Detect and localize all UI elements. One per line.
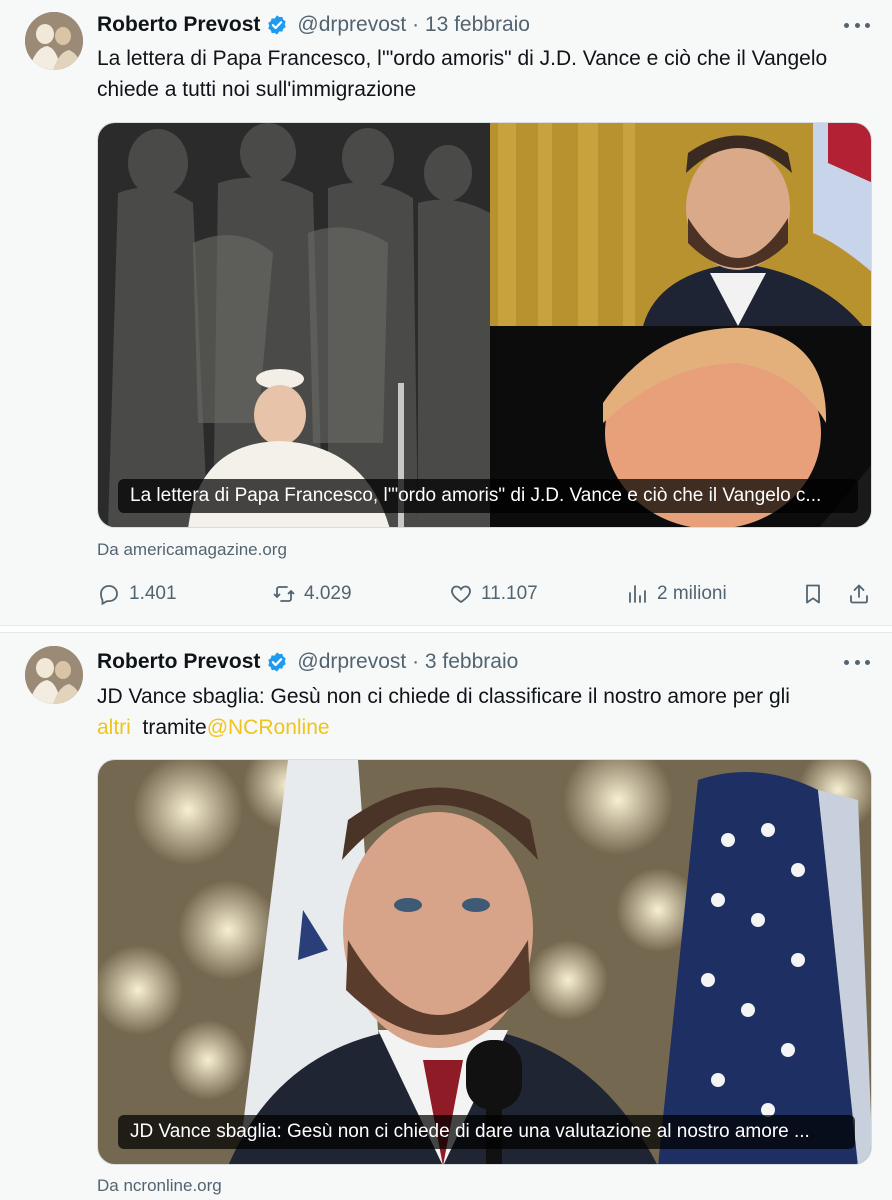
- bookmark-button[interactable]: [801, 579, 825, 609]
- repost-icon: [273, 586, 295, 602]
- card-caption: La lettera di Papa Francesco, l'"ordo am…: [118, 479, 858, 513]
- tweet-date[interactable]: 13 febbraio: [425, 13, 530, 37]
- repost-count: 4.029: [304, 583, 352, 604]
- author-name[interactable]: Roberto Prevost: [97, 650, 260, 674]
- reply-button[interactable]: 1.401: [97, 579, 177, 609]
- card-source[interactable]: Da ncronline.org: [97, 1176, 222, 1196]
- share-button[interactable]: [847, 579, 871, 609]
- mention-link[interactable]: @NCRonline: [207, 716, 330, 739]
- more-icon[interactable]: [844, 15, 870, 35]
- view-count: 2 milioni: [657, 583, 727, 604]
- card-source[interactable]: Da americamagazine.org: [97, 540, 287, 560]
- tweet-text: JD Vance sbaglia: Gesù non ci chiede di …: [97, 681, 867, 743]
- like-count: 11.107: [481, 583, 538, 604]
- share-icon: [850, 584, 868, 604]
- verified-badge-icon: [268, 15, 287, 35]
- reply-icon: [100, 585, 118, 606]
- tweet-actions: 1.401 4.029 11.107 2 milioni: [97, 579, 877, 609]
- author-handle[interactable]: @drprevost: [297, 13, 406, 37]
- views-button[interactable]: 2 milioni: [625, 579, 727, 609]
- avatar[interactable]: [25, 646, 83, 704]
- card-caption: JD Vance sbaglia: Gesù non ci chiede di …: [118, 1115, 855, 1149]
- link-card[interactable]: La lettera di Papa Francesco, l'"ordo am…: [97, 122, 872, 528]
- reply-count: 1.401: [129, 583, 177, 604]
- tweet-text: La lettera di Papa Francesco, l'"ordo am…: [97, 47, 828, 101]
- author-handle[interactable]: @drprevost: [297, 650, 406, 674]
- avatar[interactable]: [25, 12, 83, 70]
- repost-button[interactable]: 4.029: [272, 579, 352, 609]
- card-image: [98, 123, 871, 527]
- dot-separator: ·: [406, 13, 425, 36]
- tweet-header: Roberto Prevost @drprevost · 13 febbraio: [97, 11, 530, 39]
- like-icon: [451, 585, 471, 604]
- tweet-text-main: JD Vance sbaglia: Gesù non ci chiede di …: [97, 685, 790, 708]
- tweet-divider: [0, 625, 892, 633]
- tweet[interactable]: Roberto Prevost @drprevost · 13 febbraio…: [0, 0, 892, 625]
- like-button[interactable]: 11.107: [449, 579, 538, 609]
- tweet-header: Roberto Prevost @drprevost · 3 febbraio: [97, 648, 518, 676]
- card-image: [98, 760, 871, 1164]
- bookmark-icon: [806, 584, 820, 604]
- author-name[interactable]: Roberto Prevost: [97, 13, 260, 37]
- tweet[interactable]: Roberto Prevost @drprevost · 3 febbraio …: [0, 633, 892, 1200]
- dot-separator: ·: [406, 650, 425, 673]
- link-card[interactable]: JD Vance sbaglia: Gesù non ci chiede di …: [97, 759, 872, 1165]
- inline-link-word[interactable]: altri: [97, 716, 131, 739]
- via-label: tramite: [142, 716, 207, 739]
- verified-badge-icon: [268, 652, 287, 672]
- tweet-date[interactable]: 3 febbraio: [425, 650, 518, 674]
- more-icon[interactable]: [844, 652, 870, 672]
- views-icon: [629, 585, 646, 603]
